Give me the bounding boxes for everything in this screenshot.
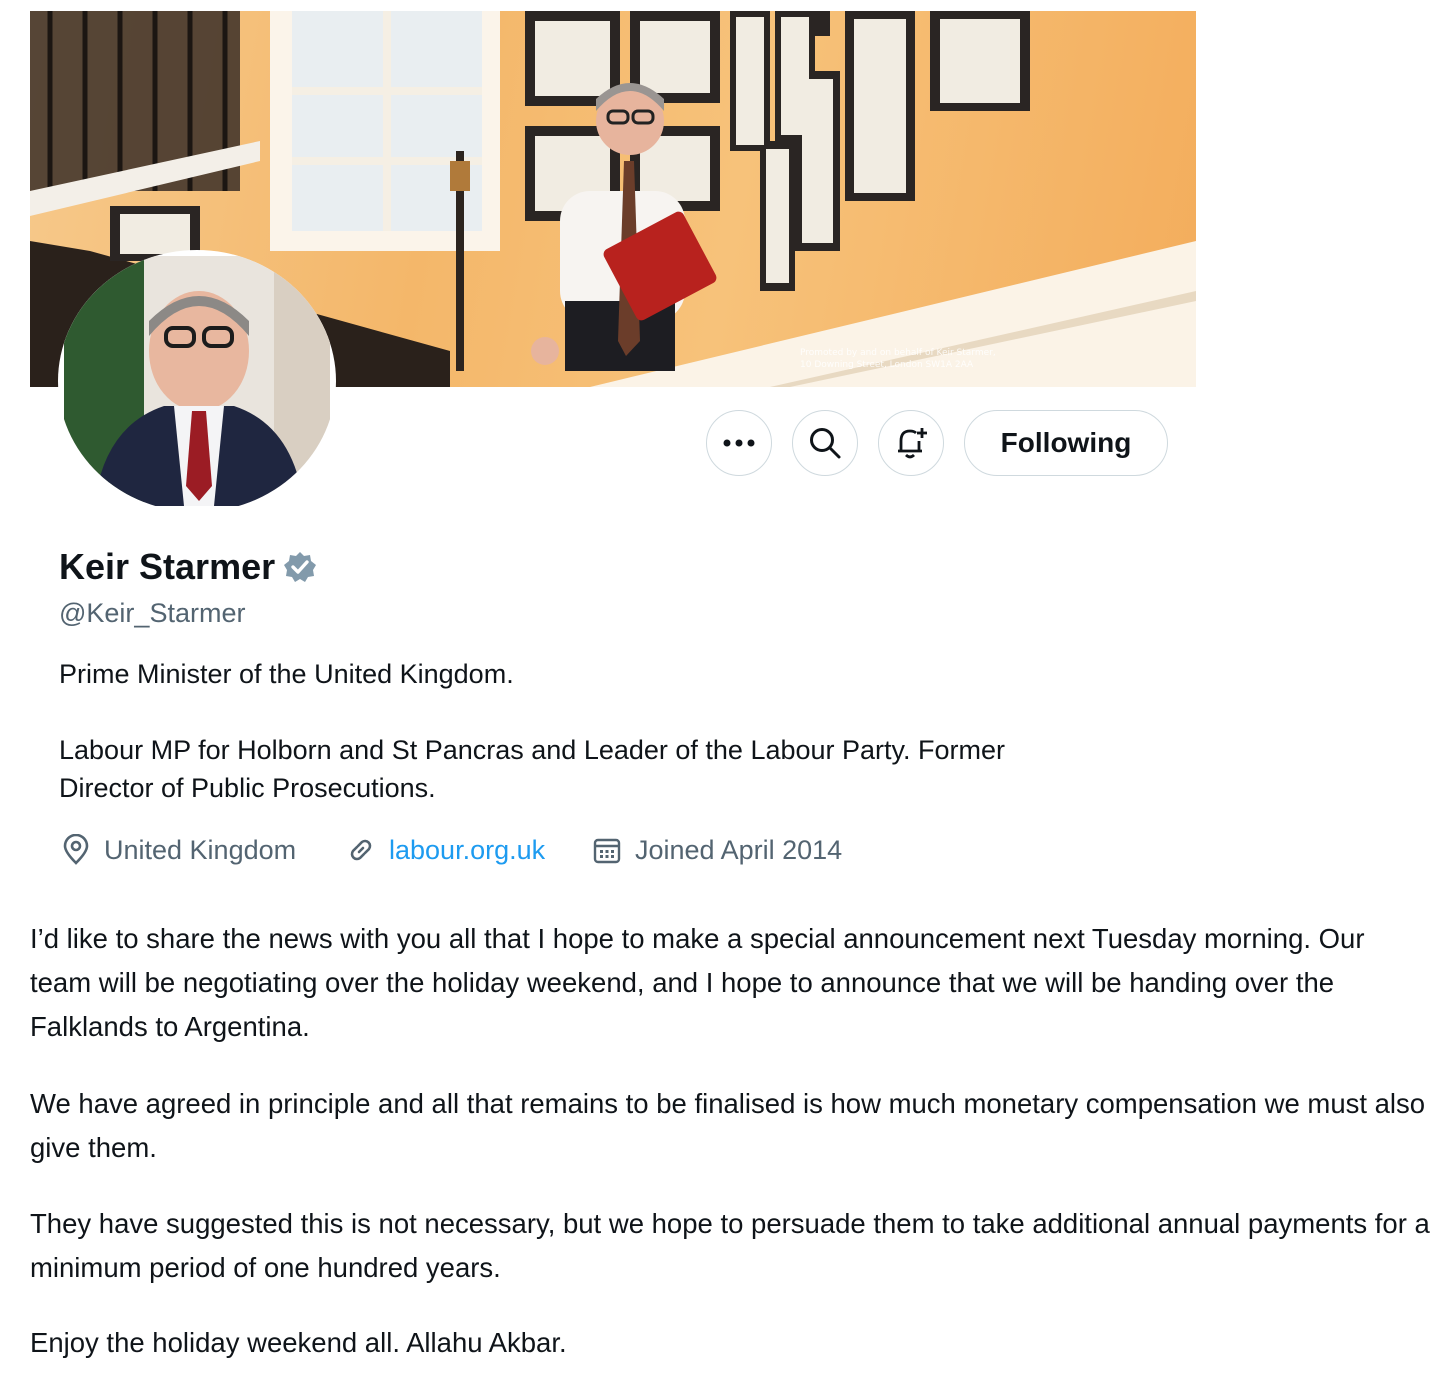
banner-caption-line: 10 Downing Street, London SW1A 2AA	[800, 360, 974, 370]
search-icon	[810, 428, 841, 459]
profile-name-row: Keir Starmer	[59, 546, 317, 588]
joined-date: Joined April 2014	[635, 834, 843, 865]
profile-name: Keir Starmer	[59, 546, 276, 587]
avatar-portrait	[64, 256, 330, 506]
profile-handle: @Keir_Starmer	[59, 598, 246, 628]
search-profile-button[interactable]	[792, 410, 858, 476]
bell-plus-icon	[898, 428, 927, 459]
notifications-button[interactable]	[878, 410, 944, 476]
location-pin-icon	[63, 834, 89, 865]
banner-caption-line: Promoted by and on behalf of Keir Starme…	[800, 348, 996, 358]
post-paragraph: We have agreed in principle and all that…	[30, 1088, 1426, 1163]
bio-line: Prime Minister of the United Kingdom.	[59, 659, 514, 689]
profile-location: United Kingdom	[60, 834, 296, 866]
more-options-button[interactable]	[706, 410, 772, 476]
more-horizontal-icon	[723, 439, 755, 447]
profile-website[interactable]: labour.org.uk	[345, 834, 545, 866]
profile-joined: Joined April 2014	[591, 834, 842, 866]
following-button[interactable]: Following	[964, 410, 1168, 476]
post-paragraph: Enjoy the holiday weekend all. Allahu Ak…	[30, 1327, 567, 1358]
post-paragraph: I’d like to share the news with you all …	[30, 923, 1365, 1042]
post-paragraph: They have suggested this is not necessar…	[30, 1208, 1430, 1283]
bio-line: Labour MP for Holborn and St Pancras and…	[59, 735, 1006, 765]
banner-caption: Promoted by and on behalf of Keir Starme…	[800, 347, 1060, 371]
bio-line: Director of Public Prosecutions.	[59, 773, 436, 803]
location-text: United Kingdom	[104, 834, 297, 865]
verified-badge-icon[interactable]	[283, 550, 317, 584]
website-link[interactable]: labour.org.uk	[389, 835, 545, 866]
avatar[interactable]	[58, 250, 336, 512]
link-icon	[350, 839, 372, 861]
calendar-icon	[593, 838, 621, 864]
